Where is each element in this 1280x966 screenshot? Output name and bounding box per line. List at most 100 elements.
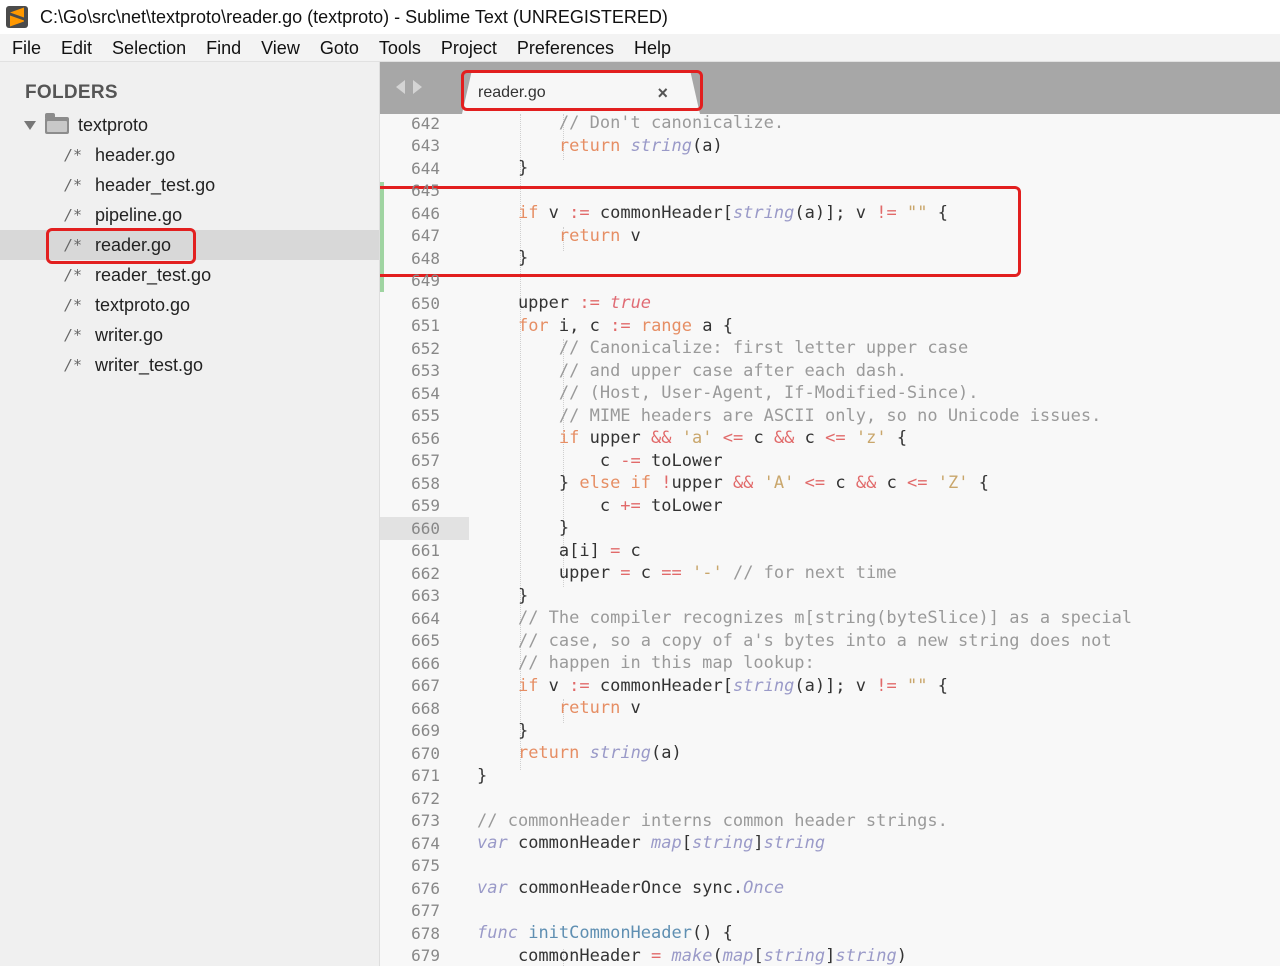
code-line[interactable]: 673 // commonHeader interns common header… [380,810,1280,833]
menu-tools[interactable]: Tools [369,34,431,62]
code-line[interactable]: 664 // The compiler recognizes m[string(… [380,607,1280,630]
file-label: textproto.go [95,294,191,315]
line-code: // MIME headers are ASCII only, so no Un… [558,405,1102,426]
line-code: var commonHeader map[string]string [477,833,826,854]
menu-help[interactable]: Help [624,34,681,62]
code-line[interactable]: 644 } [380,157,1280,180]
menu-selection[interactable]: Selection [102,34,196,62]
window-title: C:\Go\src\net\textproto\reader.go (textp… [40,6,668,27]
line-code: commonHeader = make(map[string]string) [477,945,908,966]
code-line[interactable]: 675 [380,855,1280,878]
code-line[interactable]: 671} [380,765,1280,788]
caret-down-icon[interactable] [24,120,36,130]
code-line[interactable]: 666 // happen in this map lookup: [380,652,1280,675]
code-line[interactable]: 670 return string(a) [380,742,1280,765]
code-line[interactable]: 662 upper = c == '-' // for next time [380,562,1280,585]
code-line[interactable]: 654 // (Host, User-Agent, If-Modified-Si… [380,382,1280,405]
line-number: 654 [411,383,440,403]
code-line[interactable]: 672 [380,787,1280,810]
tab-label: reader.go [478,84,546,101]
line-code: return string(a) [558,135,723,156]
code-line[interactable]: 643 return string(a) [380,135,1280,158]
line-number: 645 [411,181,440,201]
sidebar-file-reader-go[interactable]: /* reader.go [0,230,379,260]
code-line[interactable]: 658 } else if !upper && 'A' <= c && c <=… [380,472,1280,495]
line-number: 658 [411,473,440,493]
code-line[interactable]: 655 // MIME headers are ASCII only, so n… [380,405,1280,428]
arrow-left-icon[interactable] [396,80,405,94]
tree-root-folder[interactable]: textproto [24,112,148,138]
line-code: } [477,720,529,741]
code-line[interactable]: 652 // Canonicalize: first letter upper … [380,337,1280,360]
line-code: if v := commonHeader[string(a)]; v != ""… [517,675,948,696]
menu-edit[interactable]: Edit [51,34,102,62]
code-line[interactable]: 663 } [380,585,1280,608]
code-line[interactable]: 646 if v := commonHeader[string(a)]; v !… [380,202,1280,225]
file-label: writer.go [95,324,164,345]
menu-find[interactable]: Find [196,34,251,62]
menu-bar: File Edit Selection Find View Goto Tools Projec… [0,34,1280,62]
file-code-icon: /* [64,266,83,284]
arrow-right-icon[interactable] [413,80,422,94]
code-line[interactable]: 676 var commonHeaderOnce sync.Once [380,877,1280,900]
sidebar-file-writer-test-go[interactable]: /* writer_test.go [0,350,379,380]
code-line[interactable]: 665 // case, so a copy of a's bytes into… [380,630,1280,653]
line-code: } else if !upper && 'A' <= c && c <= 'Z'… [477,473,989,494]
code-line[interactable]: 648 } [380,247,1280,270]
line-code: } [477,585,529,606]
line-number: 650 [411,293,440,313]
root-folder-label: textproto [78,114,149,135]
file-code-icon: /* [64,206,83,224]
code-line[interactable]: 668 return v [380,697,1280,720]
line-code: c -= toLower [477,450,723,471]
file-label: writer_test.go [95,354,204,375]
line-number: 674 [411,833,440,853]
line-code: a[i] = c [477,540,641,561]
sidebar-file-textproto-go[interactable]: /* textproto.go [0,290,379,320]
menu-goto[interactable]: Goto [310,34,369,62]
code-line[interactable]: 653 // and upper case after each dash. [380,360,1280,383]
tab-reader-go[interactable]: reader.go × [462,72,700,114]
code-line[interactable]: 656 if upper && 'a' <= c && c <= 'z' { [380,427,1280,450]
code-line[interactable]: 661 a[i] = c [380,540,1280,563]
line-code: var commonHeaderOnce sync.Once [477,878,785,899]
code-line[interactable]: 659 c += toLower [380,495,1280,518]
tab-nav-arrows [396,80,422,94]
menu-preferences[interactable]: Preferences [507,34,624,62]
line-number: 671 [411,766,440,786]
code-line[interactable]: 642 // Don't canonicalize. [380,114,1280,135]
close-icon[interactable]: × [657,83,668,104]
sidebar-file-header-test-go[interactable]: /* header_test.go [0,170,379,200]
code-line[interactable]: 660 } [380,517,1280,540]
sidebar-file-writer-go[interactable]: /* writer.go [0,320,379,350]
code-line[interactable]: 645 [380,180,1280,203]
code-line[interactable]: 677 [380,900,1280,923]
code-editor[interactable]: 642 // Don't canonicalize. 643 return str… [380,114,1280,966]
file-label: header.go [95,144,176,165]
code-line[interactable]: 667 if v := commonHeader[string(a)]; v !… [380,675,1280,698]
code-line[interactable]: 669 } [380,720,1280,743]
line-code: // Don't canonicalize. [558,114,785,134]
code-line[interactable]: 647 return v [380,225,1280,248]
file-label: pipeline.go [95,204,183,225]
sidebar-file-header-go[interactable]: /* header.go [0,140,379,170]
line-number: 659 [411,496,440,516]
code-line[interactable]: 649 [380,270,1280,293]
code-line[interactable]: 650 upper := true [380,292,1280,315]
menu-project[interactable]: Project [431,34,507,62]
line-number: 665 [411,631,440,651]
sublime-logo-icon [6,6,28,28]
code-line[interactable]: 657 c -= toLower [380,450,1280,473]
file-code-icon: /* [64,326,83,344]
code-line[interactable]: 678 func initCommonHeader() { [380,922,1280,945]
code-line[interactable]: 674 var commonHeader map[string]string [380,832,1280,855]
menu-file[interactable]: File [2,34,51,62]
line-number: 676 [411,878,440,898]
code-line[interactable]: 651 for i, c := range a { [380,315,1280,338]
line-number: 670 [411,743,440,763]
menu-view[interactable]: View [251,34,310,62]
file-code-icon: /* [64,356,83,374]
sidebar-file-reader-test-go[interactable]: /* reader_test.go [0,260,379,290]
sidebar-file-pipeline-go[interactable]: /* pipeline.go [0,200,379,230]
code-line[interactable]: 679 commonHeader = make(map[string]strin… [380,945,1280,966]
